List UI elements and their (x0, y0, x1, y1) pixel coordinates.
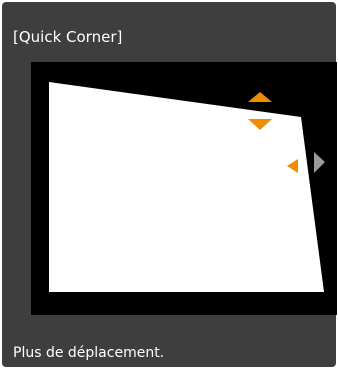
arrow-up-icon[interactable] (248, 92, 272, 102)
arrow-right-icon (314, 152, 325, 173)
projected-image-shape (49, 82, 324, 292)
dialog-title: [Quick Corner] (13, 28, 123, 46)
status-message: Plus de déplacement. (13, 345, 165, 361)
projection-preview (49, 82, 325, 292)
projection-screen-area (31, 62, 337, 315)
quick-corner-window: [Quick Corner] Plus de déplacement. (2, 2, 337, 367)
quick-corner-panel: [Quick Corner] Plus de déplacement. (0, 0, 338, 374)
